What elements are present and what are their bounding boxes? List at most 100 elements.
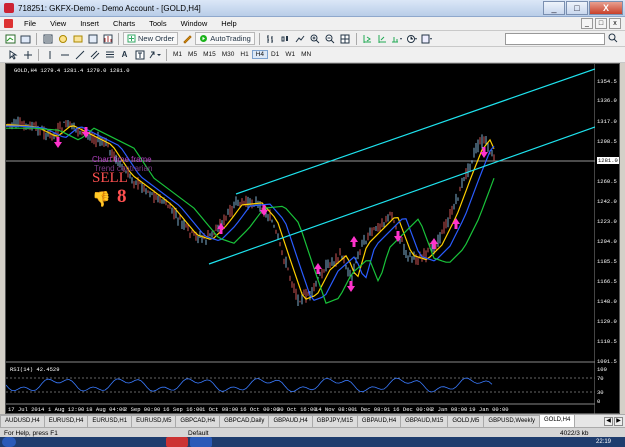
- arrows-icon[interactable]: [148, 48, 162, 61]
- timeframe-m30[interactable]: M30: [219, 51, 238, 58]
- rsi-label: RSI(14) 42.4529: [10, 366, 60, 373]
- price-chart[interactable]: [6, 64, 595, 415]
- app-icon: [4, 3, 14, 13]
- chart-tab[interactable]: GOLD,M5: [447, 415, 485, 427]
- text-icon[interactable]: A: [118, 48, 131, 61]
- indicators-icon[interactable]: [391, 32, 404, 45]
- taskbar-clock: 22:19: [595, 439, 611, 445]
- strategy-tester-icon[interactable]: [101, 32, 114, 45]
- timeframe-h1[interactable]: H1: [237, 51, 251, 58]
- taskbar-app-icon[interactable]: [166, 437, 188, 447]
- horizontal-line-icon[interactable]: [58, 48, 71, 61]
- data-window-icon[interactable]: [56, 32, 69, 45]
- zoom-in-icon[interactable]: [309, 32, 322, 45]
- start-button-icon[interactable]: [2, 437, 16, 447]
- candlestick-icon[interactable]: [279, 32, 292, 45]
- chart-minimize-button[interactable]: _: [581, 18, 593, 29]
- line-chart-icon[interactable]: [294, 32, 307, 45]
- menu-file[interactable]: File: [17, 19, 43, 28]
- zoom-out-icon[interactable]: [324, 32, 337, 45]
- new-order-label: New Order: [138, 34, 175, 43]
- search-input[interactable]: [505, 33, 605, 45]
- chart-window[interactable]: GOLD,H4 1279.4 1281.4 1279.0 1281.0 Char…: [5, 63, 621, 415]
- navigator-icon[interactable]: [71, 32, 84, 45]
- timeframe-m15[interactable]: M15: [200, 51, 219, 58]
- tab-scroll-right-icon[interactable]: ▶: [614, 417, 623, 426]
- timeframe-h4[interactable]: H4: [251, 50, 268, 59]
- cursor-icon[interactable]: [6, 48, 19, 61]
- current-price-label: 1281.0: [597, 157, 619, 164]
- chart-tab[interactable]: GBPAUD,M15: [400, 415, 449, 427]
- price-axis[interactable]: 1354.5 1336.0 1317.0 1298.5 1281.0 1260.…: [595, 64, 621, 401]
- maximize-button[interactable]: □: [566, 1, 588, 15]
- new-chart-icon[interactable]: [4, 32, 17, 45]
- buy-arrow-stem: [432, 244, 436, 249]
- autotrading-button[interactable]: AutoTrading: [195, 32, 255, 45]
- price-label: 1110.5: [597, 338, 617, 345]
- price-label: 1298.5: [597, 138, 617, 145]
- chart-tab[interactable]: AUDUSD,H4: [0, 415, 45, 427]
- channel-lower-line: [208, 126, 595, 265]
- price-label: 1354.5: [597, 78, 617, 85]
- chart-tab[interactable]: GBPAUD,H4: [268, 415, 313, 427]
- price-label: 1317.0: [597, 118, 617, 125]
- terminal-icon[interactable]: [86, 32, 99, 45]
- ma-slow-line: [6, 127, 495, 304]
- time-label: 16 Oct 00:00: [240, 406, 280, 413]
- chart-tab[interactable]: EURUSD,M5: [131, 415, 177, 427]
- chart-tab[interactable]: GBPCAD,H4: [175, 415, 221, 427]
- tab-scroll-left-icon[interactable]: ◀: [604, 417, 613, 426]
- status-connection: 4022/3 kb: [560, 430, 589, 437]
- trendline-icon[interactable]: [73, 48, 86, 61]
- chart-tab-active[interactable]: GOLD,H4: [538, 415, 576, 427]
- chart-tab[interactable]: EURUSD,H1: [87, 415, 133, 427]
- menu-tools[interactable]: Tools: [142, 19, 174, 28]
- timeframe-w1[interactable]: W1: [282, 51, 298, 58]
- search-icon[interactable]: [608, 33, 620, 45]
- chart-tab[interactable]: GBPUSD,Weekly: [483, 415, 540, 427]
- menu-insert[interactable]: Insert: [73, 19, 106, 28]
- minimize-button[interactable]: _: [543, 1, 565, 15]
- timeframe-m5[interactable]: M5: [185, 51, 200, 58]
- menu-charts[interactable]: Charts: [106, 19, 142, 28]
- time-label: 1 Aug 12:00: [48, 406, 85, 413]
- sell-arrow-icon: [347, 286, 355, 292]
- time-label: 1 Oct 08:00: [202, 406, 239, 413]
- chart-shift-icon[interactable]: [361, 32, 374, 45]
- vertical-line-icon[interactable]: [43, 48, 56, 61]
- buy-arrow-stem: [352, 242, 356, 247]
- menu-window[interactable]: Window: [174, 19, 215, 28]
- taskbar-app-icon[interactable]: [190, 437, 212, 447]
- new-order-button[interactable]: New Order: [123, 32, 179, 45]
- bar-chart-icon[interactable]: [264, 32, 277, 45]
- tile-windows-icon[interactable]: [339, 32, 352, 45]
- sell-arrow-stem: [396, 231, 400, 236]
- chart-tab[interactable]: GBPAUD,H4: [356, 415, 402, 427]
- profiles-icon[interactable]: [19, 32, 32, 45]
- timeframe-m1[interactable]: M1: [170, 51, 185, 58]
- metaeditor-icon[interactable]: [180, 32, 193, 45]
- chart-tab[interactable]: EURUSD,H4: [43, 415, 89, 427]
- templates-icon[interactable]: [421, 32, 434, 45]
- text-label-icon[interactable]: [133, 48, 146, 61]
- fibonacci-icon[interactable]: [103, 48, 116, 61]
- sell-arrow-stem: [56, 137, 60, 142]
- menu-help[interactable]: Help: [214, 19, 243, 28]
- chart-close-button[interactable]: x: [609, 18, 621, 29]
- crosshair-icon[interactable]: [21, 48, 34, 61]
- timeframe-d1[interactable]: D1: [268, 51, 282, 58]
- close-button[interactable]: X: [589, 1, 623, 15]
- chart-window-icon[interactable]: [4, 19, 13, 28]
- rsi-line: [6, 377, 493, 393]
- chart-tab[interactable]: GBPCAD,Daily: [219, 415, 270, 427]
- periods-icon[interactable]: [406, 32, 419, 45]
- equidistant-channel-icon[interactable]: [88, 48, 101, 61]
- timeframe-mn[interactable]: MN: [298, 51, 314, 58]
- menu-view[interactable]: View: [43, 19, 73, 28]
- time-label: 1 Dec 08:01: [354, 406, 391, 413]
- time-label: 14 Nov 08:00: [315, 406, 355, 413]
- chart-tab[interactable]: GBPJPY,M15: [311, 415, 358, 427]
- chart-restore-button[interactable]: □: [595, 18, 607, 29]
- autoscroll-icon[interactable]: [376, 32, 389, 45]
- market-watch-icon[interactable]: [41, 32, 54, 45]
